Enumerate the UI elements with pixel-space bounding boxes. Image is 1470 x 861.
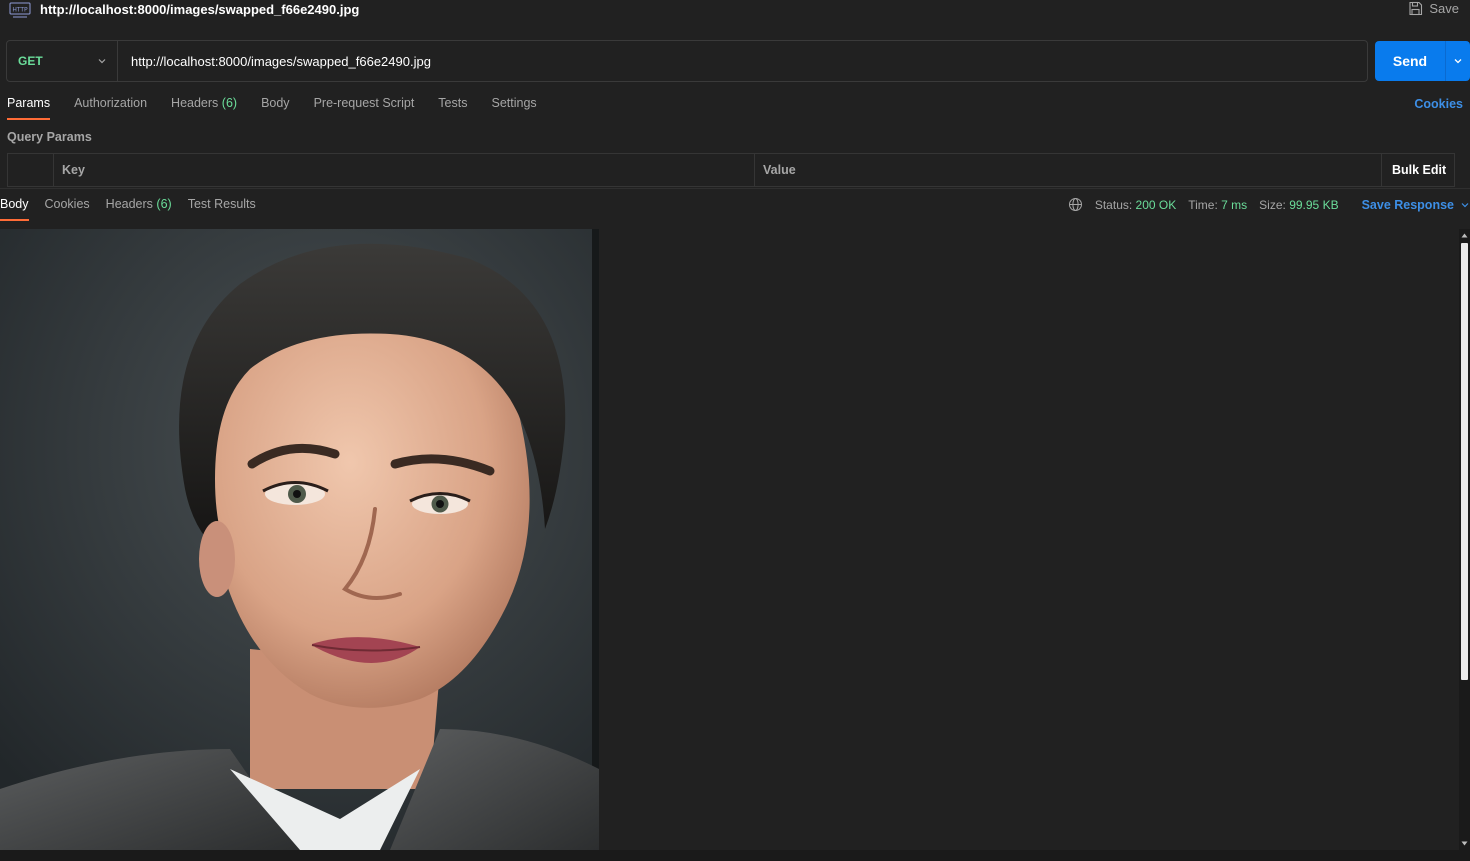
tab-headers[interactable]: Headers (6) <box>171 96 237 122</box>
tab-label: Body <box>261 96 290 110</box>
send-button-group: Send <box>1375 41 1470 81</box>
save-icon <box>1409 1 1423 16</box>
bottom-status-strip <box>0 850 1470 861</box>
send-options-button[interactable] <box>1445 41 1470 81</box>
status-value: 200 OK <box>1135 197 1177 212</box>
request-tabs: Params Authorization Headers (6) Body Pr… <box>7 96 561 122</box>
save-button[interactable]: Save <box>1408 1 1459 16</box>
tab-label: Headers <box>105 197 153 211</box>
query-params-title: Query Params <box>7 130 92 144</box>
chevron-down-icon <box>1454 59 1462 64</box>
params-value-header: Value <box>755 154 1382 186</box>
response-tab-body[interactable]: Body <box>0 197 29 223</box>
globe-icon[interactable] <box>1068 197 1083 212</box>
tab-settings[interactable]: Settings <box>491 96 536 122</box>
save-response-button[interactable]: Save Response <box>1362 198 1470 212</box>
response-tab-headers[interactable]: Headers (6) <box>106 197 172 223</box>
tab-pre-request-script[interactable]: Pre-request Script <box>314 96 415 122</box>
status-indicator[interactable]: Status: 200 OK <box>1095 198 1176 212</box>
tab-label: Settings <box>491 96 537 110</box>
send-button[interactable]: Send <box>1375 41 1445 81</box>
tab-params[interactable]: Params <box>7 96 51 122</box>
headers-count-badge: (6) <box>156 197 172 211</box>
tab-label: Test Results <box>187 197 256 211</box>
time-indicator[interactable]: Time: 7 ms <box>1188 198 1247 212</box>
params-checkbox-column <box>8 154 54 186</box>
status-label: Status: <box>1094 197 1133 212</box>
method-select[interactable]: GET <box>7 41 118 81</box>
response-image-preview <box>0 229 599 850</box>
response-tabs: Body Cookies Headers (6) Test Results <box>0 197 272 223</box>
size-label: Size: <box>1259 197 1286 212</box>
tab-label: Pre-request Script <box>313 96 415 110</box>
response-scrollbar[interactable] <box>1459 229 1470 850</box>
portrait-photo <box>0 229 599 850</box>
size-indicator[interactable]: Size: 99.95 KB <box>1259 198 1338 212</box>
cookies-link[interactable]: Cookies <box>1414 97 1463 111</box>
chevron-down-icon <box>98 59 106 64</box>
headers-count-badge: (6) <box>221 96 238 110</box>
size-value: 99.95 KB <box>1289 197 1339 212</box>
time-label: Time: <box>1188 197 1218 212</box>
request-title[interactable]: http://localhost:8000/images/swapped_f66… <box>40 2 359 17</box>
response-status-bar: Status: 200 OK Time: 7 ms Size: 99.95 KB… <box>1068 197 1470 212</box>
bulk-edit-button[interactable]: Bulk Edit <box>1382 154 1454 186</box>
query-params-table: Key Value Bulk Edit <box>7 153 1455 187</box>
save-response-label: Save Response <box>1361 197 1454 212</box>
pane-divider[interactable] <box>0 188 1470 189</box>
method-label: GET <box>18 54 43 68</box>
tab-label: Cookies <box>44 197 90 211</box>
chevron-down-icon <box>1461 202 1469 207</box>
tab-label: Params <box>7 96 51 110</box>
tab-label: Authorization <box>74 96 148 110</box>
tab-body[interactable]: Body <box>261 96 290 122</box>
time-value: 7 ms <box>1221 197 1248 212</box>
scroll-up-arrow-icon[interactable] <box>1461 232 1468 239</box>
tab-tests[interactable]: Tests <box>438 96 467 122</box>
svg-text:HTTP: HTTP <box>12 7 28 14</box>
scroll-down-arrow-icon[interactable] <box>1461 840 1468 847</box>
scrollbar-thumb[interactable] <box>1461 243 1468 680</box>
http-request-icon: HTTP <box>9 2 31 19</box>
response-tab-test-results[interactable]: Test Results <box>188 197 256 223</box>
response-tab-cookies[interactable]: Cookies <box>45 197 90 223</box>
tab-authorization[interactable]: Authorization <box>74 96 147 122</box>
params-key-header: Key <box>54 154 755 186</box>
tab-label: Body <box>0 197 29 211</box>
url-bar: GET <box>6 40 1368 82</box>
save-label: Save <box>1429 1 1459 16</box>
tab-label: Headers <box>171 96 219 110</box>
tab-label: Tests <box>438 96 468 110</box>
url-input[interactable] <box>118 41 1367 81</box>
